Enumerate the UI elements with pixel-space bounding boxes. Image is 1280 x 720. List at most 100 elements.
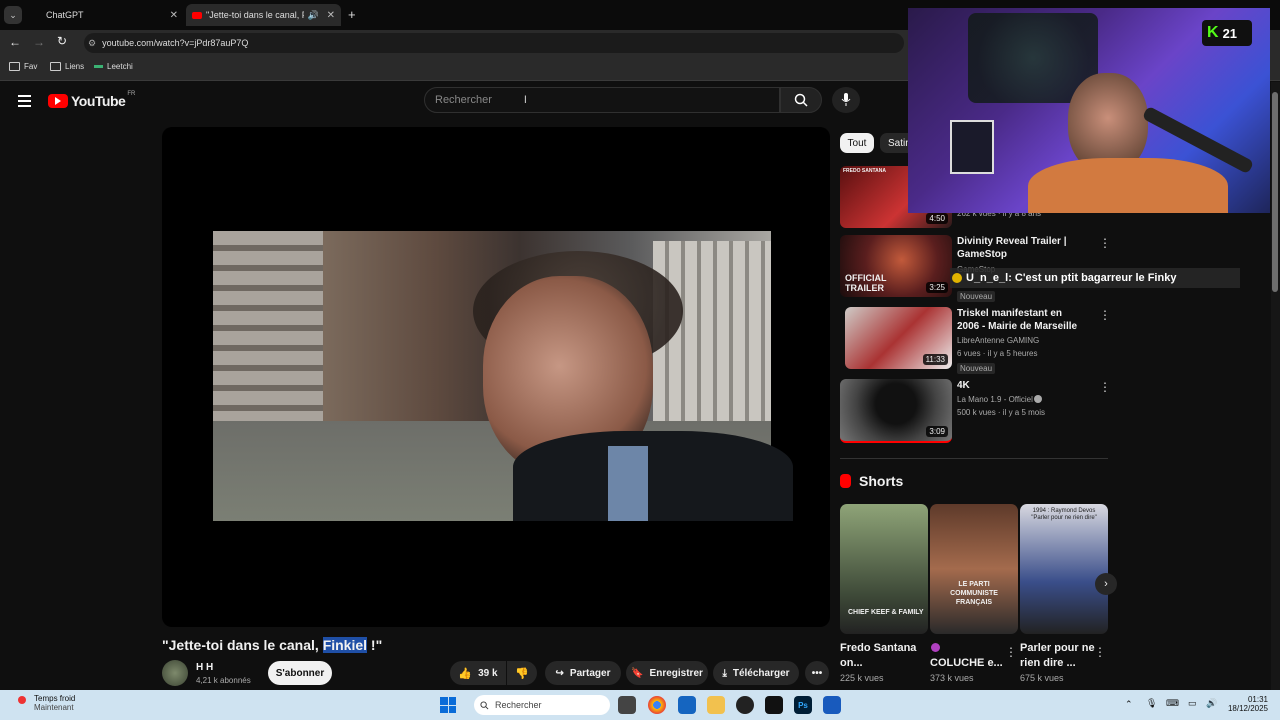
- folder-icon: [9, 62, 20, 71]
- thumb-text: LE PARTI COMMUNISTE FRANÇAIS: [950, 581, 998, 606]
- obs-icon[interactable]: [736, 696, 754, 714]
- thumbs-up-icon: 👍: [458, 667, 473, 680]
- rec-meta: 500 k vues · il y a 5 mois: [957, 408, 1046, 417]
- rec-more-icon[interactable]: ⋮: [1099, 236, 1111, 250]
- viewer-badge: K 21: [1202, 20, 1252, 46]
- word-icon[interactable]: [823, 696, 841, 714]
- tab-list-button[interactable]: ⌄: [4, 6, 22, 24]
- short-title[interactable]: Fredo Santana on...: [840, 641, 920, 671]
- share-button[interactable]: ↪ Partager: [545, 661, 621, 685]
- url-field[interactable]: ⚙ youtube.com/watch?v=jPdr87auP7Q: [84, 33, 904, 53]
- tab-youtube-video[interactable]: "Jette-toi dans le canal, Fink 🔊 ✕: [186, 4, 341, 26]
- folder-icon[interactable]: [707, 696, 725, 714]
- search-button[interactable]: [780, 87, 822, 113]
- bookmark-liens[interactable]: Liens: [50, 62, 84, 71]
- more-actions-button[interactable]: •••: [805, 661, 829, 685]
- youtube-play-icon: [48, 94, 68, 108]
- taskbar-search[interactable]: Rechercher: [474, 695, 610, 715]
- tab-chatgpt[interactable]: ChatGPT ✕: [38, 4, 184, 26]
- weather-icon: [18, 696, 26, 704]
- rec-title[interactable]: 4K: [957, 379, 1087, 392]
- clock[interactable]: 01:31 18/12/2025: [1226, 695, 1268, 713]
- capcut-icon[interactable]: [765, 696, 783, 714]
- duration-badge: 3:09: [926, 426, 948, 437]
- scrollbar-thumb[interactable]: [1272, 92, 1278, 292]
- short-title[interactable]: Parler pour ne rien dire ...: [1020, 641, 1100, 671]
- bookmark-label: Fav: [24, 62, 38, 71]
- file-explorer-icon[interactable]: [618, 696, 636, 714]
- network-icon[interactable]: ▭: [1188, 698, 1197, 709]
- more-icon: •••: [811, 667, 823, 679]
- title-text-end: !": [367, 637, 383, 653]
- taskbar-search-label: Rechercher: [495, 700, 542, 710]
- rec-more-icon[interactable]: ⋮: [1099, 380, 1111, 394]
- emoji-icon: [931, 643, 940, 652]
- video-frame: [213, 231, 793, 521]
- taskbar: Temps froid Maintenant ⌃ 🎙 ⌨ ▭ 🔊 01:31 1…: [0, 690, 1280, 720]
- search-input[interactable]: Rechercher I: [424, 87, 780, 113]
- download-button[interactable]: ⤓ Télécharger: [713, 661, 799, 685]
- volume-icon[interactable]: 🔊: [1206, 698, 1217, 709]
- audio-playing-icon[interactable]: 🔊: [308, 10, 319, 21]
- url-text: youtube.com/watch?v=jPdr87auP7Q: [102, 38, 249, 48]
- vpn-icon[interactable]: [678, 696, 696, 714]
- chat-message: U_n_e_l: C'est un ptit bagarreur le Fink…: [966, 272, 1177, 284]
- bookmark-leetchi[interactable]: Leetchi: [94, 62, 133, 71]
- rec-title[interactable]: Divinity Reveal Trailer | GameStop: [957, 235, 1087, 261]
- youtube-logo-text: YouTube: [71, 93, 126, 109]
- subscribe-button[interactable]: S'abonner: [268, 661, 332, 685]
- short-views: 675 k vues: [1020, 673, 1064, 683]
- shorts-next-button[interactable]: ›: [1095, 573, 1117, 595]
- short-more-icon[interactable]: ⋮: [1094, 645, 1106, 659]
- video-player[interactable]: [162, 127, 830, 627]
- keyboard-icon[interactable]: ⌨: [1166, 698, 1179, 709]
- new-tab-button[interactable]: +: [348, 7, 356, 22]
- close-tab-icon[interactable]: ✕: [327, 10, 335, 21]
- dislike-button[interactable]: 👎: [507, 661, 537, 685]
- region-label: FR: [127, 91, 136, 97]
- thumb-text: OFFICIAL TRAILER: [845, 273, 887, 293]
- menu-icon[interactable]: [18, 95, 31, 107]
- download-icon: ⤓: [722, 667, 727, 679]
- save-button[interactable]: 🔖 Enregistrer: [626, 661, 708, 685]
- short-thumbnail[interactable]: CHIEF KEEF & FAMILY: [840, 504, 928, 634]
- channel-name[interactable]: H H: [196, 662, 213, 673]
- short-thumbnail[interactable]: 1994 : Raymond Devos "Parler pour ne rie…: [1020, 504, 1108, 634]
- tray-mic-icon[interactable]: 🎙: [1146, 698, 1157, 709]
- site-info-icon[interactable]: ⚙: [88, 38, 96, 49]
- thumbs-down-icon: 👎: [515, 667, 529, 680]
- rec-channel[interactable]: LibreAntenne GAMING: [957, 336, 1039, 345]
- clock-time: 01:31: [1247, 695, 1268, 704]
- rec-thumbnail[interactable]: 3:09: [840, 379, 952, 443]
- close-tab-icon[interactable]: ✕: [170, 10, 178, 21]
- windows-start-icon[interactable]: [440, 697, 456, 713]
- rec-title[interactable]: Triskel manifestant en 2006 - Mairie de …: [957, 307, 1087, 333]
- rec-meta: 6 vues · il y a 5 heures: [957, 349, 1038, 358]
- like-button[interactable]: 👍 39 k: [450, 661, 506, 685]
- short-thumbnail[interactable]: LE PARTI COMMUNISTE FRANÇAIS: [930, 504, 1018, 634]
- rec-channel[interactable]: La Mano 1.9 - Officiel: [957, 395, 1033, 404]
- bookmark-fav[interactable]: Fav: [9, 62, 37, 71]
- chip-2[interactable]: Satin: [880, 133, 910, 153]
- chat-badge-icon: [952, 273, 962, 283]
- chrome-icon[interactable]: [648, 696, 666, 714]
- leetchi-icon: [94, 65, 103, 68]
- reload-icon[interactable]: ↻: [57, 34, 67, 48]
- voice-search-button[interactable]: [832, 87, 860, 113]
- rec-more-icon[interactable]: ⋮: [1099, 308, 1111, 322]
- tab-label: ChatGPT: [46, 10, 84, 20]
- rec-thumbnail[interactable]: OFFICIAL TRAILER 3:25: [840, 235, 952, 297]
- weather-widget[interactable]: Temps froid Maintenant: [14, 694, 75, 712]
- youtube-logo[interactable]: YouTube FR: [48, 91, 136, 109]
- short-more-icon[interactable]: ⋮: [1005, 645, 1017, 659]
- poster: [950, 120, 994, 174]
- tray-up-icon[interactable]: ⌃: [1125, 699, 1133, 710]
- photoshop-icon[interactable]: Ps: [794, 696, 812, 714]
- chip-all[interactable]: Tout: [840, 133, 874, 153]
- back-icon[interactable]: ←: [9, 35, 21, 49]
- short-title[interactable]: COLUCHE e...: [930, 656, 1010, 671]
- channel-avatar[interactable]: [162, 660, 188, 686]
- weather-sub: Maintenant: [34, 703, 74, 712]
- rec-thumbnail[interactable]: 11:33: [845, 307, 952, 369]
- forward-icon[interactable]: →: [33, 35, 45, 49]
